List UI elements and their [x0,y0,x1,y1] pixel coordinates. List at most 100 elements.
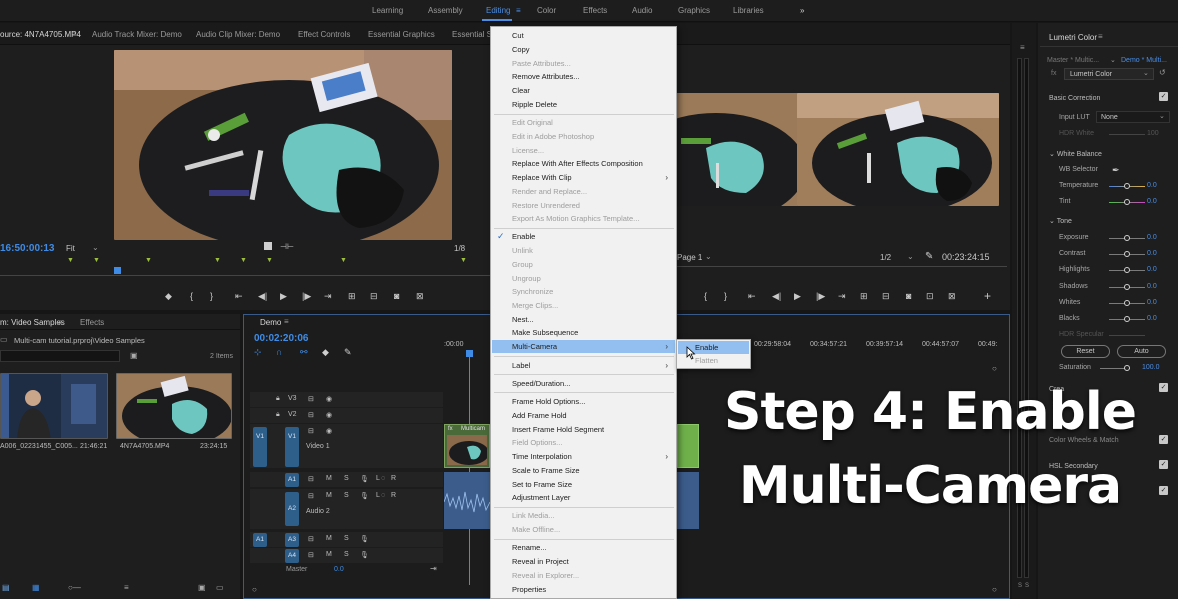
tab-project[interactable]: m: Video Samples [0,318,65,327]
menu-item-link-media[interactable]: Link Media... [492,509,675,522]
sync-lock-icon[interactable]: ⊟ [308,535,314,543]
eyedropper-icon[interactable]: ✒ [1112,165,1120,176]
meter-solo-right[interactable]: S [1025,583,1029,589]
project-search-input[interactable] [0,350,120,362]
timeline-sequence-tab[interactable]: Demo [260,318,281,327]
wrench-icon[interactable]: ✎ [344,347,352,358]
menu-item-group[interactable]: Group [492,258,675,271]
section-white-balance[interactable]: ⌄ White Balance [1049,150,1102,158]
source-playhead[interactable] [114,267,121,274]
workspace-libraries[interactable]: Libraries [733,6,764,15]
menu-item-edit-in-photoshop[interactable]: Edit in Adobe Photoshop [492,130,675,143]
workspace-editing[interactable]: Editing [486,6,510,15]
eye-icon[interactable]: ◉ [326,395,332,403]
hdr-specular-slider[interactable] [1109,335,1145,336]
workspace-learning[interactable]: Learning [372,6,403,15]
workspace-color[interactable]: Color [537,6,556,15]
lumetri-effect-select[interactable]: Lumetri Color ⌄ [1064,68,1154,80]
new-bin-icon[interactable]: ▣ [198,583,206,592]
solo-button[interactable]: S [344,492,349,499]
source-patch-a1[interactable]: A1 [253,533,267,547]
menu-item-cut[interactable]: Cut [492,29,675,42]
track-target-a3[interactable]: A3 [285,533,299,547]
source-zoom-select[interactable]: Fit [66,244,75,253]
wrench-icon[interactable]: ✎ [925,251,933,262]
basic-correction-checkbox[interactable]: ✓ [1159,92,1168,101]
play-icon[interactable]: ▶ [794,291,801,302]
menu-item-speed-duration[interactable]: Speed/Duration... [492,377,675,390]
pan-knob-icon[interactable]: ◌ [381,475,385,482]
workspace-overflow-icon[interactable]: » [800,6,804,15]
sync-lock-icon[interactable]: ⊟ [308,411,314,419]
chevron-down-icon[interactable]: ⌄ [92,243,99,252]
menu-item-ripple-delete[interactable]: Ripple Delete [492,98,675,111]
slider-knob[interactable] [1124,365,1130,371]
input-lut-select[interactable]: None ⌄ [1096,111,1170,123]
extract-icon[interactable]: ⊟ [882,291,890,302]
audio-clip-a1-a2[interactable] [443,472,491,529]
section-basic-correction[interactable]: Basic Correction [1049,95,1100,102]
slider-knob[interactable] [1124,183,1130,189]
lock-icon[interactable]: 🔒︎ [276,395,280,403]
marker-icon[interactable] [264,242,272,250]
mute-button[interactable]: M [326,551,332,558]
solo-button[interactable]: S [344,535,349,542]
menu-item-enable[interactable]: ✓ Enable [492,230,675,243]
sync-lock-icon[interactable]: ⊟ [308,492,314,500]
sync-lock-icon[interactable]: ⊟ [308,427,314,435]
tab-essential-graphics[interactable]: Essential Graphics [368,30,435,39]
mute-button[interactable]: M [326,492,332,499]
chevron-down-icon[interactable]: ⌄ [907,252,914,261]
add-marker-icon[interactable]: ◆ [322,347,329,358]
program-resolution-select[interactable]: 1/2 [880,253,891,262]
chevron-down-icon[interactable]: ⌄ [705,252,712,261]
menu-item-unlink[interactable]: Unlink [492,244,675,257]
button-editor-icon[interactable]: ⊠ [416,291,424,302]
nest-icon[interactable]: ⊹ [254,347,262,358]
lock-icon[interactable]: 🔒︎ [276,411,280,419]
go-to-end-icon[interactable]: ⇥ [430,564,437,573]
mic-icon[interactable]: 🎙︎ [360,475,369,483]
workspace-assembly[interactable]: Assembly [428,6,463,15]
source-resolution-select[interactable]: 1/8 [454,244,465,253]
menu-item-rename[interactable]: Rename... [492,541,675,554]
video-clip-multicam[interactable]: fx Multicam [444,424,490,468]
menu-item-copy[interactable]: Copy [492,43,675,56]
source-scrub-bar[interactable] [0,275,490,276]
tab-menu-icon[interactable]: ≡ [72,30,77,39]
program-timecode[interactable]: 00:23:24:15 [942,252,990,262]
track-target-a2[interactable]: A2 [285,492,299,526]
menu-item-ungroup[interactable]: Ungroup [492,272,675,285]
track-target-a4[interactable]: A4 [285,549,299,563]
add-button-icon[interactable]: + [984,289,991,303]
highlights-value[interactable]: 0.0 [1147,266,1157,273]
reset-button[interactable]: Reset [1061,345,1110,358]
tab-effect-controls[interactable]: Effect Controls [298,30,350,39]
mark-in-icon[interactable]: { [704,291,707,301]
section-tone[interactable]: ⌄ Tone [1049,217,1072,225]
overwrite-icon[interactable]: ⊟ [370,291,378,302]
mute-button[interactable]: M [326,535,332,542]
comparison-view-icon[interactable]: ⊡ [926,291,934,302]
menu-item-time-interpolation[interactable]: Time Interpolation › [492,450,675,463]
sync-lock-icon[interactable]: ⊟ [308,475,314,483]
list-view-icon[interactable]: ▤ [2,583,10,592]
hdr-white-slider[interactable] [1109,134,1145,135]
go-to-out-icon[interactable]: ⇥ [838,291,846,302]
menu-item-insert-frame-hold[interactable]: Insert Frame Hold Segment [492,423,675,436]
menu-item-set-to-frame[interactable]: Set to Frame Size [492,478,675,491]
go-to-in-icon[interactable]: ⇤ [235,291,243,302]
meter-menu-icon[interactable]: ≡ [1020,43,1025,52]
mark-out-icon[interactable]: } [724,291,727,301]
menu-item-replace-with-clip[interactable]: Replace With Clip › [492,171,675,184]
scroll-handle-icon[interactable]: ○ [992,585,997,594]
camera-icon[interactable]: ◙ [394,291,399,301]
workspace-graphics[interactable]: Graphics [678,6,710,15]
temperature-value[interactable]: 0.0 [1147,182,1157,189]
source-timecode[interactable]: 16:50:00:13 [0,243,54,254]
menu-item-paste-attributes[interactable]: Paste Attributes... [492,57,675,70]
slider-knob[interactable] [1124,251,1130,257]
tab-audio-track-mixer[interactable]: Audio Track Mixer: Demo [92,30,182,39]
linked-selection-icon[interactable]: ⚯ [300,347,308,358]
project-clip-thumb-1[interactable] [0,373,108,439]
